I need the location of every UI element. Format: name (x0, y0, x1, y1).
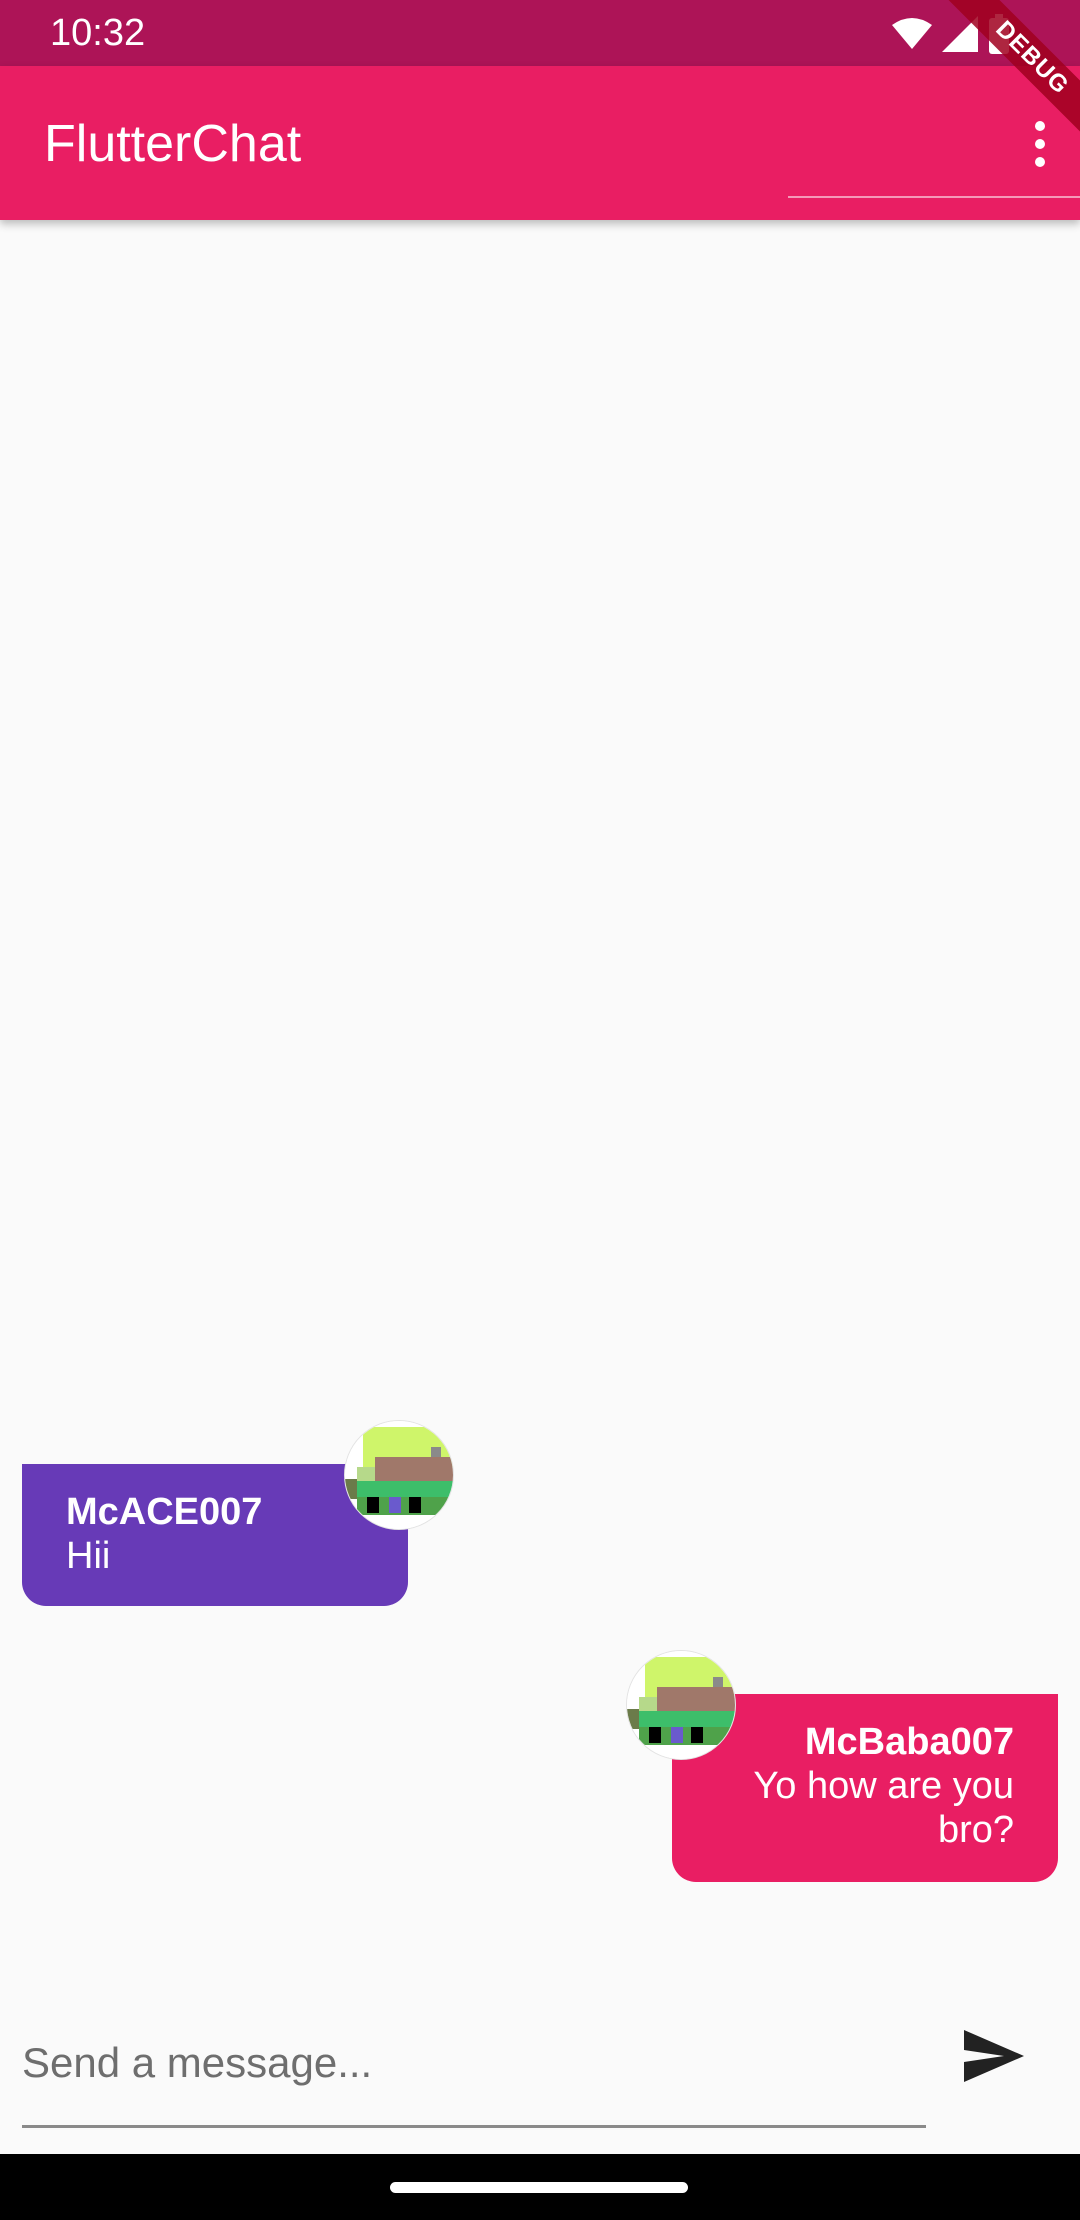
avatar (626, 1650, 736, 1760)
send-button[interactable] (954, 2016, 1034, 2096)
message-composer (22, 2000, 926, 2130)
send-icon (964, 2030, 1024, 2082)
status-time: 10:32 (50, 12, 146, 54)
message-text: Hii (66, 1535, 111, 1577)
pixel-avatar-icon (345, 1421, 453, 1529)
status-bar: 10:32 (0, 0, 1080, 66)
avatar (344, 1420, 454, 1530)
home-indicator[interactable] (390, 2182, 688, 2193)
wifi-icon (892, 18, 932, 49)
message-input[interactable] (22, 2000, 926, 2128)
app-bar-divider (788, 196, 1080, 198)
pixel-avatar-icon (627, 1651, 735, 1759)
app-bar: FlutterChat (0, 66, 1080, 220)
message-text: Yo how are you bro? (753, 1765, 1014, 1851)
app-title: FlutterChat (44, 115, 302, 173)
chat-screen: 10:32 FlutterChat DEBUG McACE007 Hii McB… (0, 0, 1080, 2220)
more-vert-icon[interactable] (1016, 114, 1064, 174)
